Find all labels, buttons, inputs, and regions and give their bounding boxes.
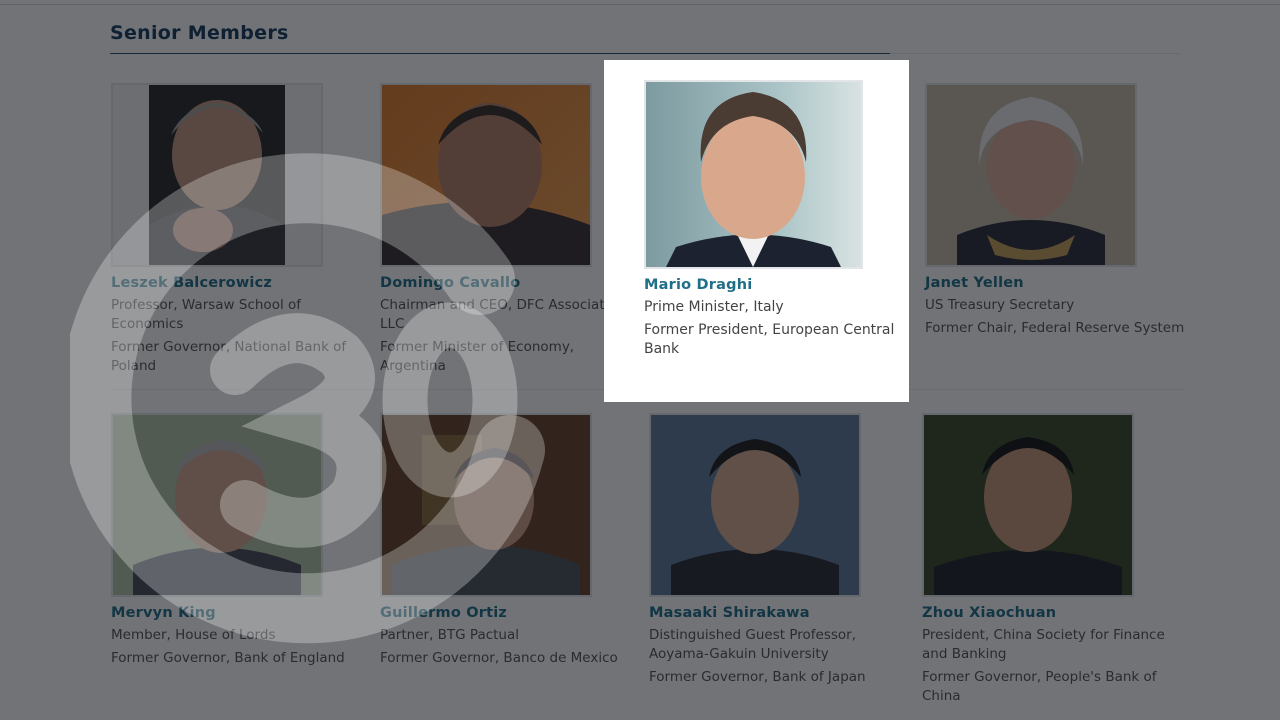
member-photo[interactable] (644, 80, 863, 269)
member-current-role: Prime Minister, Italy (644, 299, 784, 315)
member-photo[interactable] (649, 413, 861, 597)
member-former-role: Former President, European Central Bank (644, 322, 895, 357)
section-title-rule-light (890, 53, 1180, 54)
member-photo[interactable] (925, 83, 1137, 267)
section-title-rule (110, 53, 890, 54)
member-photo[interactable] (380, 83, 592, 267)
portrait-image (113, 415, 321, 595)
member-photo[interactable] (380, 413, 592, 597)
member-card-shirakawa[interactable]: Masaaki Shirakawa Distinguished Guest Pr… (649, 413, 909, 687)
portrait-image (927, 85, 1135, 265)
member-name[interactable]: Mario Draghi (644, 277, 904, 293)
member-former-role: Former Governor, People's Bank of China (922, 669, 1157, 704)
member-current-role: Professor, Warsaw School of Economics (111, 297, 302, 332)
portrait-image (382, 85, 590, 265)
member-card-yellen[interactable]: Janet Yellen US Treasury Secretary Forme… (925, 83, 1185, 338)
member-name[interactable]: Leszek Balcerowicz (111, 275, 371, 291)
member-name[interactable]: Guillermo Ortiz (380, 605, 640, 621)
member-current-role: Distinguished Guest Professor, Aoyama-Ga… (649, 627, 856, 662)
member-former-role: Former Governor, National Bank of Poland (111, 339, 347, 374)
member-former-role: Former Chair, Federal Reserve System (925, 320, 1185, 336)
highlighted-member-card: Mario Draghi Prime Minister, Italy Forme… (604, 60, 909, 402)
member-name[interactable]: Mervyn King (111, 605, 371, 621)
member-photo[interactable] (111, 83, 323, 267)
member-name[interactable]: Domingo Cavallo (380, 275, 640, 291)
member-current-role: President, China Society for Finance and… (922, 627, 1165, 662)
member-card-king[interactable]: Mervyn King Member, House of Lords Forme… (111, 413, 371, 668)
member-former-role: Former Governor, Banco de Mexico (380, 650, 618, 666)
portrait-image (924, 415, 1132, 595)
portrait-image (651, 415, 859, 595)
member-name[interactable]: Masaaki Shirakawa (649, 605, 909, 621)
member-card-draghi[interactable]: Mario Draghi Prime Minister, Italy Forme… (644, 80, 904, 359)
portrait-image (646, 82, 861, 267)
section-title: Senior Members (110, 22, 289, 44)
member-former-role: Former Governor, Bank of England (111, 650, 345, 666)
member-current-role: Member, House of Lords (111, 627, 276, 643)
member-former-role: Former Minister of Economy, Argentina (380, 339, 575, 374)
member-name[interactable]: Zhou Xiaochuan (922, 605, 1182, 621)
member-current-role: US Treasury Secretary (925, 297, 1075, 313)
portrait-image (113, 85, 321, 265)
member-card-balcerowicz[interactable]: Leszek Balcerowicz Professor, Warsaw Sch… (111, 83, 371, 376)
member-card-zhou[interactable]: Zhou Xiaochuan President, China Society … (922, 413, 1182, 706)
member-photo[interactable] (922, 413, 1134, 597)
member-card-cavallo[interactable]: Domingo Cavallo Chairman and CEO, DFC As… (380, 83, 640, 376)
member-current-role: Chairman and CEO, DFC Associates, LLC (380, 297, 625, 332)
member-current-role: Partner, BTG Pactual (380, 627, 520, 643)
member-former-role: Former Governor, Bank of Japan (649, 669, 866, 685)
member-photo[interactable] (111, 413, 323, 597)
member-name[interactable]: Janet Yellen (925, 275, 1185, 291)
portrait-image (382, 415, 590, 595)
member-card-ortiz[interactable]: Guillermo Ortiz Partner, BTG Pactual For… (380, 413, 640, 668)
top-divider (0, 4, 1280, 5)
